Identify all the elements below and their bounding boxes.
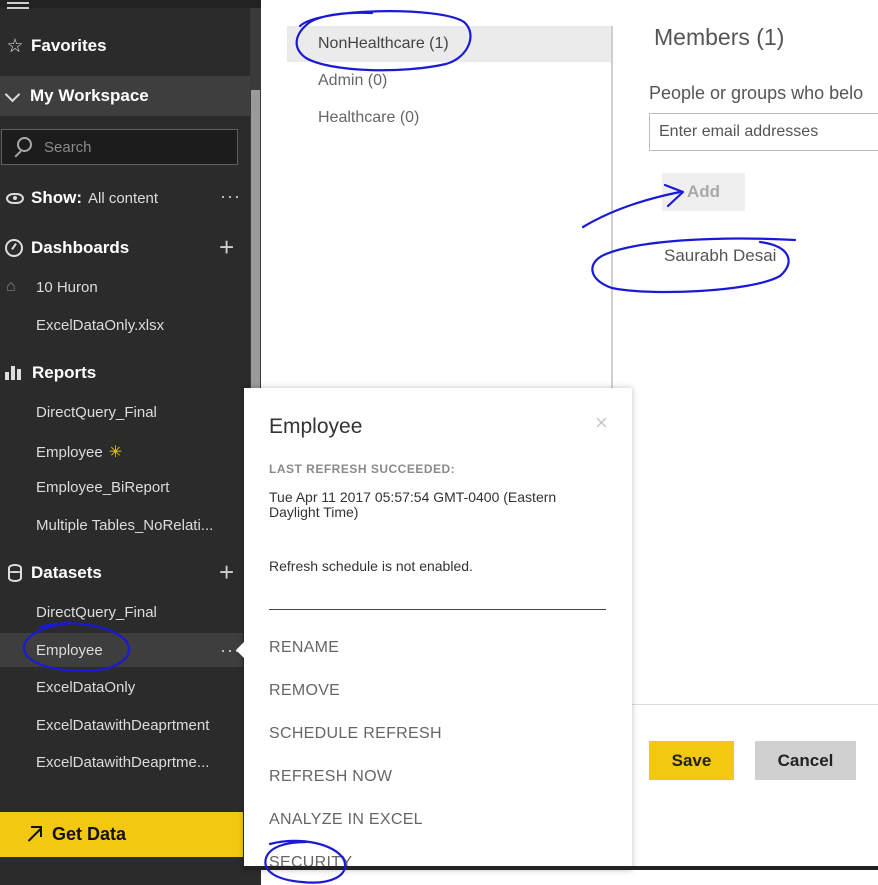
get-data-button[interactable]: Get Data (0, 812, 243, 857)
dashboards-header: Dashboards (31, 238, 130, 257)
sidebar-section-reports[interactable]: Reports (0, 359, 96, 387)
sidebar-top-strip (0, 0, 261, 8)
get-data-label: Get Data (52, 824, 127, 844)
menu-refresh-now[interactable]: REFRESH NOW (269, 768, 392, 786)
role-item-admin[interactable]: Admin (0) (287, 63, 611, 99)
flyout-divider (269, 609, 606, 610)
dataset-item[interactable]: ExcelDatawithDeaprtme... (36, 754, 209, 771)
menu-analyze-in-excel[interactable]: ANALYZE IN EXCEL (269, 811, 423, 829)
add-button[interactable]: Add (662, 173, 745, 211)
new-indicator-icon: ✳ (108, 444, 123, 461)
plus-icon[interactable]: + (219, 559, 234, 585)
datasets-header: Datasets (31, 563, 102, 582)
dataset-flyout: Employee × LAST REFRESH SUCCEEDED: Tue A… (236, 388, 632, 871)
refresh-timestamp: Tue Apr 11 2017 05:57:54 GMT-0400 (Easte… (269, 489, 557, 520)
dataset-item[interactable]: DirectQuery_Final (36, 604, 157, 621)
bottom-edge (243, 866, 878, 870)
favorites-label: Favorites (31, 36, 107, 55)
dataset-item[interactable]: ExcelDatawithDeaprtment (36, 717, 209, 734)
flyout-title: Employee (269, 415, 363, 438)
search-box[interactable] (1, 129, 238, 165)
menu-remove[interactable]: REMOVE (269, 682, 340, 700)
schedule-status: Refresh schedule is not enabled. (269, 558, 473, 574)
report-item[interactable]: Employee ✳ (36, 442, 122, 462)
flyout-pointer (236, 642, 244, 658)
gauge-icon (5, 239, 23, 257)
bar-chart-icon (5, 366, 25, 380)
refresh-caption: LAST REFRESH SUCCEEDED: (269, 462, 456, 476)
star-icon: ☆ (6, 35, 24, 57)
report-item[interactable]: Employee_BiReport (36, 479, 169, 496)
more-icon[interactable]: ··· (220, 186, 241, 207)
hamburger-icon[interactable] (7, 2, 29, 10)
show-label: Show: (31, 188, 82, 207)
plus-icon[interactable]: + (219, 234, 234, 260)
dataset-item[interactable]: Employee (36, 642, 103, 659)
reports-header: Reports (32, 363, 97, 382)
dataset-item[interactable]: ExcelDataOnly (36, 679, 135, 696)
workspace-label: My Workspace (30, 86, 149, 105)
menu-rename[interactable]: RENAME (269, 639, 339, 657)
chevron-down-icon (6, 89, 20, 103)
show-value: All content (88, 189, 159, 207)
search-icon (12, 137, 32, 157)
report-item-label: Employee (36, 444, 103, 461)
arrow-up-right-icon (24, 825, 42, 844)
role-item-nonhealthcare[interactable]: NonHealthcare (1) (287, 26, 611, 62)
sidebar: ☆ Favorites My Workspace Show: All conte… (0, 0, 261, 885)
report-item[interactable]: Multiple Tables_NoRelati... (36, 517, 213, 534)
roles-list: NonHealthcare (1) Admin (0) Healthcare (… (287, 26, 613, 396)
report-item[interactable]: DirectQuery_Final (36, 404, 157, 421)
show-filter[interactable]: Show: All content (0, 184, 250, 212)
database-icon (8, 564, 22, 582)
sidebar-scroll-thumb[interactable] (251, 90, 260, 388)
sidebar-section-datasets[interactable]: Datasets (0, 559, 102, 587)
dashboard-item[interactable]: ExcelDataOnly.xlsx (36, 317, 164, 334)
members-title: Members (1) (654, 24, 785, 50)
panel-divider (613, 704, 878, 705)
eye-icon (6, 192, 24, 204)
members-subtitle: People or groups who belo (649, 83, 864, 103)
save-button[interactable]: Save (649, 741, 734, 780)
email-field[interactable] (649, 113, 878, 151)
sidebar-item-my-workspace[interactable]: My Workspace (0, 76, 250, 116)
member-item: Saurabh Desai (664, 246, 777, 265)
menu-schedule-refresh[interactable]: SCHEDULE REFRESH (269, 725, 442, 743)
sidebar-item-favorites[interactable]: ☆ Favorites (0, 32, 107, 60)
shared-dashboard-icon: ⌂ (6, 278, 16, 295)
dashboard-item[interactable]: 10 Huron (36, 279, 98, 296)
search-input[interactable] (44, 138, 204, 156)
sidebar-section-dashboards[interactable]: Dashboards (0, 234, 129, 262)
role-item-healthcare[interactable]: Healthcare (0) (287, 100, 611, 136)
close-icon[interactable]: × (595, 410, 608, 436)
cancel-button[interactable]: Cancel (755, 741, 856, 780)
